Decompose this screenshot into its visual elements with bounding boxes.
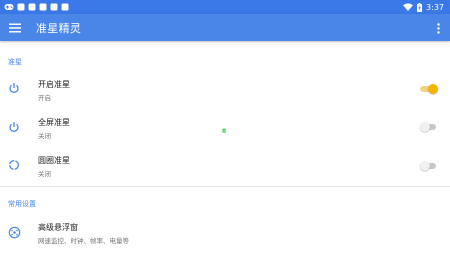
more-vert-icon[interactable] [434, 20, 442, 36]
notification-square-icon [61, 3, 69, 11]
item-subtitle: 关闭 [38, 132, 51, 140]
notification-square-icon [39, 3, 47, 11]
section-header-crosshair: 准星 [8, 58, 22, 66]
wifi-icon [403, 3, 414, 11]
item-subtitle: 网速监控、时钟、帧率、电量等 [38, 237, 129, 245]
status-bar: 3:37 [0, 0, 450, 14]
toggle-thumb [428, 84, 438, 94]
toggle-thumb [420, 161, 430, 171]
battery-charging-icon [417, 2, 423, 12]
status-time: 3:37 [426, 2, 444, 12]
item-subtitle: 开启 [38, 94, 51, 102]
floating-window-icon [7, 225, 21, 239]
section-divider [0, 186, 450, 187]
fullscreen-crosshair-toggle[interactable] [420, 122, 438, 132]
status-bar-notifications [4, 3, 69, 11]
overlay-marker: 8 [222, 128, 227, 135]
circle-crosshair-toggle[interactable] [420, 161, 438, 171]
circle-icon [7, 158, 21, 172]
notification-square-icon [50, 3, 58, 11]
list-item-enable-crosshair[interactable]: 开启准星 开启 [0, 78, 450, 104]
hamburger-menu-icon[interactable] [7, 20, 23, 36]
item-title: 全屏准星 [38, 118, 70, 127]
page-title: 准星精灵 [36, 21, 82, 35]
section-header-common-settings: 常用设置 [8, 200, 36, 208]
toggle-thumb [420, 122, 430, 132]
power-icon [7, 81, 21, 95]
enable-crosshair-toggle[interactable] [420, 84, 438, 94]
notification-square-icon [28, 3, 36, 11]
notification-square-icon [17, 3, 25, 11]
list-item-advanced-floating-window[interactable]: 高级悬浮窗 网速监控、时钟、帧率、电量等 [0, 221, 450, 247]
list-item-circle-crosshair[interactable]: 圆圈准星 关闭 [0, 154, 450, 180]
app-bar: 准星精灵 [0, 14, 450, 41]
gamepad-icon [4, 3, 14, 11]
item-title: 高级悬浮窗 [38, 223, 78, 232]
item-title: 开启准星 [38, 80, 70, 89]
power-icon [7, 120, 21, 134]
item-subtitle: 关闭 [38, 170, 51, 178]
item-title: 圆圈准星 [38, 156, 70, 165]
status-bar-system: 3:37 [403, 2, 444, 12]
